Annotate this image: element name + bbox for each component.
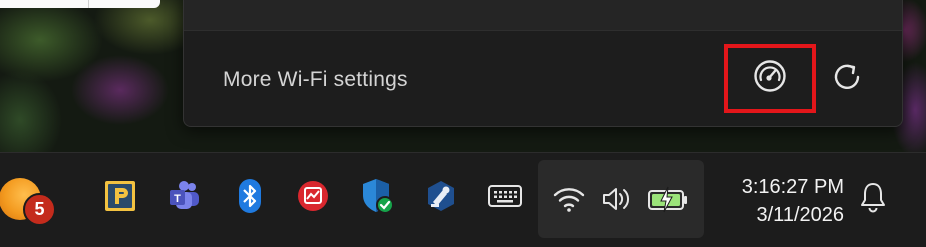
touch-keyboard-button[interactable] — [486, 183, 524, 213]
notification-badge: 5 — [23, 193, 56, 226]
keyboard-icon — [487, 183, 523, 214]
red-app-button[interactable] — [294, 179, 332, 217]
wifi-icon — [552, 184, 586, 214]
taskbar: 5 T 3:16:27 PM 3/11/2026 — [0, 152, 926, 247]
refresh-button[interactable] — [830, 61, 866, 97]
security-button[interactable] — [358, 177, 398, 219]
taskbar-clock[interactable]: 3:16:27 PM 3/11/2026 — [718, 173, 844, 229]
p-app-icon — [103, 179, 137, 218]
bluetooth-button[interactable] — [232, 178, 268, 219]
quick-settings-tray[interactable] — [538, 160, 704, 238]
more-wifi-settings-link[interactable]: More Wi-Fi settings — [223, 68, 408, 92]
speed-test-button[interactable] — [724, 44, 816, 113]
clock-time: 3:16:27 PM — [741, 176, 844, 198]
refresh-icon — [831, 60, 865, 99]
clock-date: 3/11/2026 — [756, 204, 845, 226]
teams-icon: T — [167, 178, 203, 219]
svg-text:T: T — [174, 193, 181, 205]
notification-bell-icon — [858, 180, 888, 219]
red-app-icon — [296, 179, 330, 218]
p-app-button[interactable] — [102, 180, 138, 216]
notification-center-button[interactable] — [856, 181, 890, 217]
battery-charging-icon — [646, 184, 690, 214]
bluetooth-icon — [235, 178, 265, 219]
flyout-network-list-area — [184, 0, 902, 31]
security-shield-icon — [359, 176, 397, 221]
volume-icon — [600, 184, 634, 214]
teams-button[interactable]: T — [166, 179, 204, 217]
background-window-corner — [0, 0, 160, 8]
remote-tool-button[interactable] — [422, 179, 460, 217]
remote-tool-icon — [423, 178, 459, 219]
weather-widget[interactable]: 5 — [0, 176, 56, 226]
speedometer-icon — [752, 58, 788, 99]
wifi-flyout: More Wi-Fi settings — [183, 0, 903, 127]
